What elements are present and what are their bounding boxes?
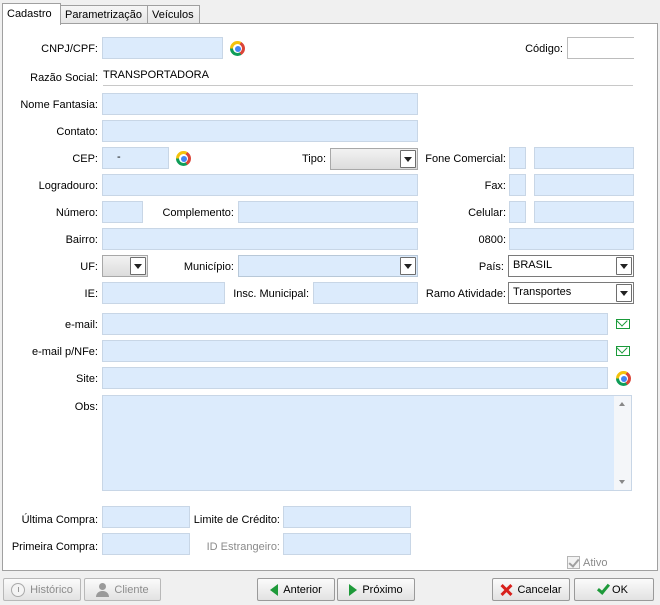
chevron-down-icon[interactable] <box>616 284 632 302</box>
arrow-right-icon <box>349 583 358 596</box>
fone-label: Fone Comercial: <box>425 153 506 165</box>
chrome-icon[interactable] <box>230 41 245 56</box>
limite-field[interactable] <box>283 506 411 528</box>
uf-select[interactable] <box>102 255 148 277</box>
check-icon <box>597 581 611 595</box>
cancel-label: Cancelar <box>517 583 562 596</box>
ramo-label: Ramo Atividade: <box>425 288 506 300</box>
proximo-button[interactable]: Próximo <box>337 578 415 601</box>
numero-label: Número: <box>55 207 98 219</box>
historico-button[interactable]: Histórico <box>3 578 81 601</box>
pais-value: BRASIL <box>513 259 553 271</box>
fantasia-label: Nome Fantasia: <box>20 99 98 111</box>
uf-label: UF: <box>80 261 98 273</box>
ok-label: OK <box>612 583 628 596</box>
fone-ddd-field[interactable] <box>509 147 526 169</box>
close-icon <box>500 584 512 596</box>
fantasia-field[interactable] <box>102 93 418 115</box>
bairro-label: Bairro: <box>65 234 98 246</box>
fone-field[interactable] <box>534 147 634 169</box>
email-field[interactable] <box>102 313 608 335</box>
pais-label: País: <box>478 261 504 273</box>
chevron-down-icon[interactable] <box>616 257 632 275</box>
chrome-icon[interactable] <box>176 151 191 166</box>
chevron-down-icon[interactable] <box>130 257 146 275</box>
inscmun-label: Insc. Municipal: <box>233 288 309 300</box>
celular-ddd-field[interactable] <box>509 201 526 223</box>
email-label: e-mail: <box>64 319 98 331</box>
anterior-label: Anterior <box>283 583 322 596</box>
pais-select[interactable]: BRASIL <box>508 255 634 277</box>
cliente-label: Cliente <box>114 583 149 596</box>
complemento-label: Complemento: <box>162 207 234 219</box>
chevron-down-icon[interactable] <box>400 150 416 168</box>
ativo-label: Ativo <box>583 557 608 569</box>
primeira-field[interactable] <box>102 533 190 555</box>
anterior-button[interactable]: Anterior <box>257 578 335 601</box>
obs-scrollbar[interactable] <box>614 396 631 490</box>
n0800-field[interactable] <box>509 228 634 250</box>
mail-icon[interactable] <box>616 319 630 329</box>
contato-label: Contato: <box>56 126 98 138</box>
site-label: Site: <box>75 373 98 385</box>
historico-label: Histórico <box>30 583 73 596</box>
razao-field[interactable]: TRANSPORTADORA <box>103 68 633 86</box>
tab-parametrizacao[interactable]: Parametrização <box>60 5 148 25</box>
numero-field[interactable] <box>102 201 143 223</box>
n0800-label: 0800: <box>478 234 506 246</box>
cnpj-label: CNPJ/CPF: <box>41 43 98 55</box>
cep-label: CEP: <box>72 153 98 165</box>
celular-field[interactable] <box>534 201 634 223</box>
cliente-button[interactable]: Cliente <box>84 578 161 601</box>
ultima-label: Última Compra: <box>21 514 98 526</box>
municipio-label: Município: <box>183 261 234 273</box>
ativo-checkbox[interactable] <box>567 556 580 569</box>
chrome-icon[interactable] <box>616 371 631 386</box>
tipo-select[interactable] <box>330 148 418 170</box>
razao-label: Razão Social: <box>30 72 98 84</box>
emailnfe-field[interactable] <box>102 340 608 362</box>
idestr-label: ID Estrangeiro: <box>206 541 280 553</box>
idestr-field[interactable] <box>283 533 411 555</box>
emailnfe-label: e-mail p/NFe: <box>31 346 98 358</box>
limite-label: Limite de Crédito: <box>193 514 280 526</box>
contato-field[interactable] <box>102 120 418 142</box>
obs-label: Obs: <box>74 401 98 413</box>
arrow-left-icon <box>270 583 279 596</box>
primeira-label: Primeira Compra: <box>11 541 98 553</box>
ramo-select[interactable]: Transportes <box>508 282 634 304</box>
cnpj-field[interactable] <box>102 37 223 59</box>
inscmun-field[interactable] <box>313 282 418 304</box>
cancel-button[interactable]: Cancelar <box>492 578 570 601</box>
ie-label: IE: <box>84 288 98 300</box>
mail-icon[interactable] <box>616 346 630 356</box>
complemento-field[interactable] <box>238 201 418 223</box>
codigo-label: Código: <box>525 43 563 55</box>
logradouro-label: Logradouro: <box>38 180 98 192</box>
ramo-value: Transportes <box>513 286 572 298</box>
proximo-label: Próximo <box>362 583 403 596</box>
municipio-select[interactable] <box>238 255 418 277</box>
bairro-field[interactable] <box>102 228 418 250</box>
logradouro-field[interactable] <box>102 174 418 196</box>
ie-field[interactable] <box>102 282 225 304</box>
site-field[interactable] <box>102 367 608 389</box>
cep-field[interactable]: - <box>102 147 169 169</box>
ultima-field[interactable] <box>102 506 190 528</box>
user-icon <box>96 582 110 597</box>
obs-textarea[interactable] <box>102 395 632 491</box>
tipo-label: Tipo: <box>301 153 326 165</box>
celular-label: Celular: <box>468 207 506 219</box>
codigo-field[interactable] <box>567 37 634 59</box>
fax-field[interactable] <box>534 174 634 196</box>
history-icon <box>11 582 26 597</box>
tab-veiculos[interactable]: Veículos <box>147 5 200 25</box>
chevron-down-icon[interactable] <box>400 257 416 275</box>
fax-ddd-field[interactable] <box>509 174 526 196</box>
tab-cadastro[interactable]: Cadastro <box>2 3 61 25</box>
fax-label: Fax: <box>484 180 506 192</box>
ok-button[interactable]: OK <box>574 578 654 601</box>
